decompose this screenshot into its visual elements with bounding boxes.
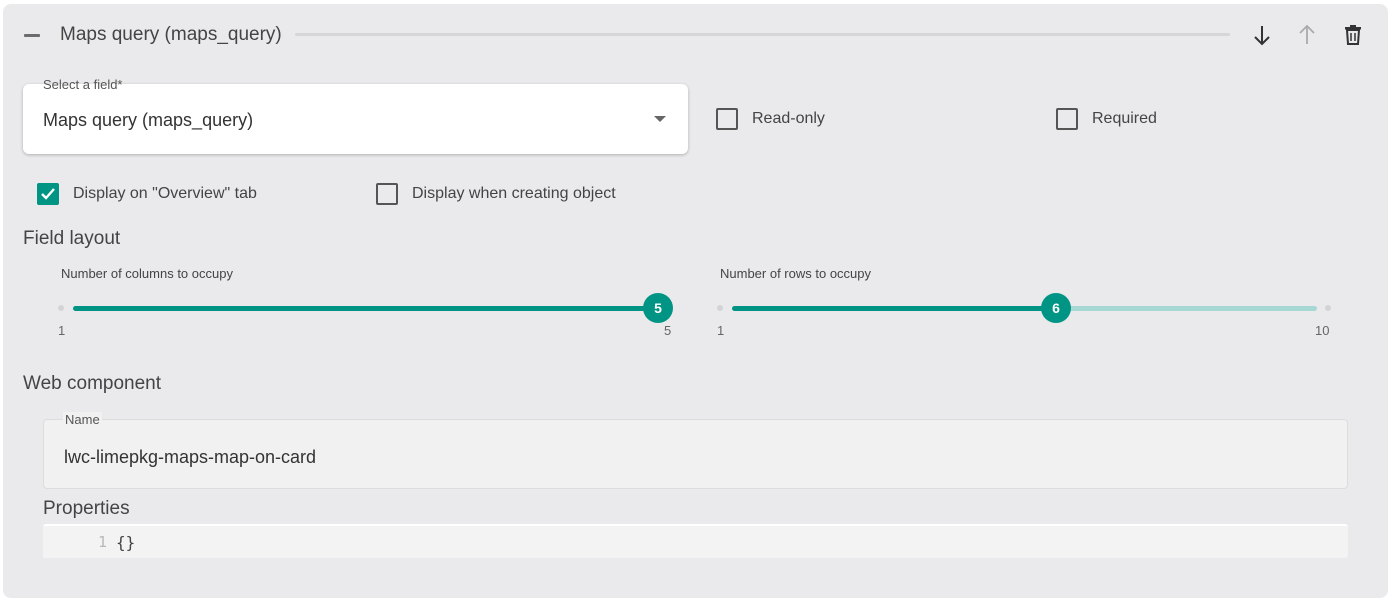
- display-overview-checkbox[interactable]: Display on "Overview" tab: [37, 183, 257, 205]
- display-overview-label: Display on "Overview" tab: [73, 185, 257, 202]
- field-select[interactable]: Maps query (maps_query): [23, 84, 688, 154]
- properties-code-editor[interactable]: 1 {}: [43, 524, 1348, 558]
- web-component-heading: Web component: [23, 373, 162, 394]
- minus-icon: [24, 33, 40, 37]
- line-number: 1: [97, 533, 107, 551]
- caret-down-icon: [654, 116, 666, 122]
- checkbox-box-checked: [37, 183, 59, 205]
- arrow-up-icon: [1299, 24, 1315, 44]
- panel-title: Maps query (maps_query): [60, 24, 282, 45]
- rows-slider-min: 1: [717, 323, 725, 338]
- move-up-button[interactable]: [1292, 20, 1322, 50]
- rows-slider-filled-track[interactable]: [732, 306, 1058, 311]
- rows-slider-max-dot: [1325, 305, 1331, 311]
- rows-slider-min-dot: [717, 305, 723, 311]
- checkbox-box: [376, 183, 398, 205]
- checkbox-box: [716, 108, 738, 130]
- arrow-down-icon: [1254, 26, 1270, 46]
- read-only-label: Read-only: [752, 110, 825, 127]
- display-creating-label: Display when creating object: [412, 185, 616, 202]
- required-checkbox[interactable]: Required: [1056, 108, 1157, 130]
- header-divider: [295, 33, 1230, 36]
- field-select-value: Maps query (maps_query): [43, 110, 254, 130]
- display-creating-checkbox[interactable]: Display when creating object: [376, 183, 616, 205]
- checkmark-icon: [41, 188, 55, 200]
- field-select-label: Select a field*: [43, 77, 123, 92]
- delete-button[interactable]: [1338, 20, 1368, 50]
- rows-slider-max: 10: [1315, 323, 1330, 338]
- columns-slider-label: Number of columns to occupy: [61, 266, 233, 281]
- columns-slider-min-dot: [58, 305, 64, 311]
- component-name-input[interactable]: lwc-limepkg-maps-map-on-card: [43, 419, 1348, 489]
- component-name-value: lwc-limepkg-maps-map-on-card: [64, 447, 317, 467]
- columns-slider-min: 1: [58, 323, 66, 338]
- trash-icon: [1345, 25, 1361, 45]
- required-label: Required: [1092, 110, 1157, 127]
- component-name-label: Name: [63, 412, 102, 427]
- collapse-button[interactable]: [19, 22, 45, 48]
- rows-slider-remaining-track[interactable]: [1058, 306, 1317, 311]
- move-down-button[interactable]: [1247, 20, 1277, 50]
- rows-slider-label: Number of rows to occupy: [720, 266, 872, 281]
- editor-gutter: 1: [43, 526, 111, 558]
- field-config-panel: Maps query (maps_query) Maps query (maps…: [3, 4, 1388, 598]
- rows-slider-thumb[interactable]: 6: [1041, 293, 1071, 323]
- columns-slider-track[interactable]: [73, 306, 658, 311]
- field-layout-heading: Field layout: [23, 228, 121, 249]
- columns-slider-max: 5: [664, 323, 672, 338]
- columns-slider-thumb[interactable]: 5: [643, 293, 673, 323]
- checkbox-box: [1056, 108, 1078, 130]
- code-line: {}: [116, 533, 136, 552]
- read-only-checkbox[interactable]: Read-only: [716, 108, 825, 130]
- properties-heading: Properties: [43, 498, 130, 519]
